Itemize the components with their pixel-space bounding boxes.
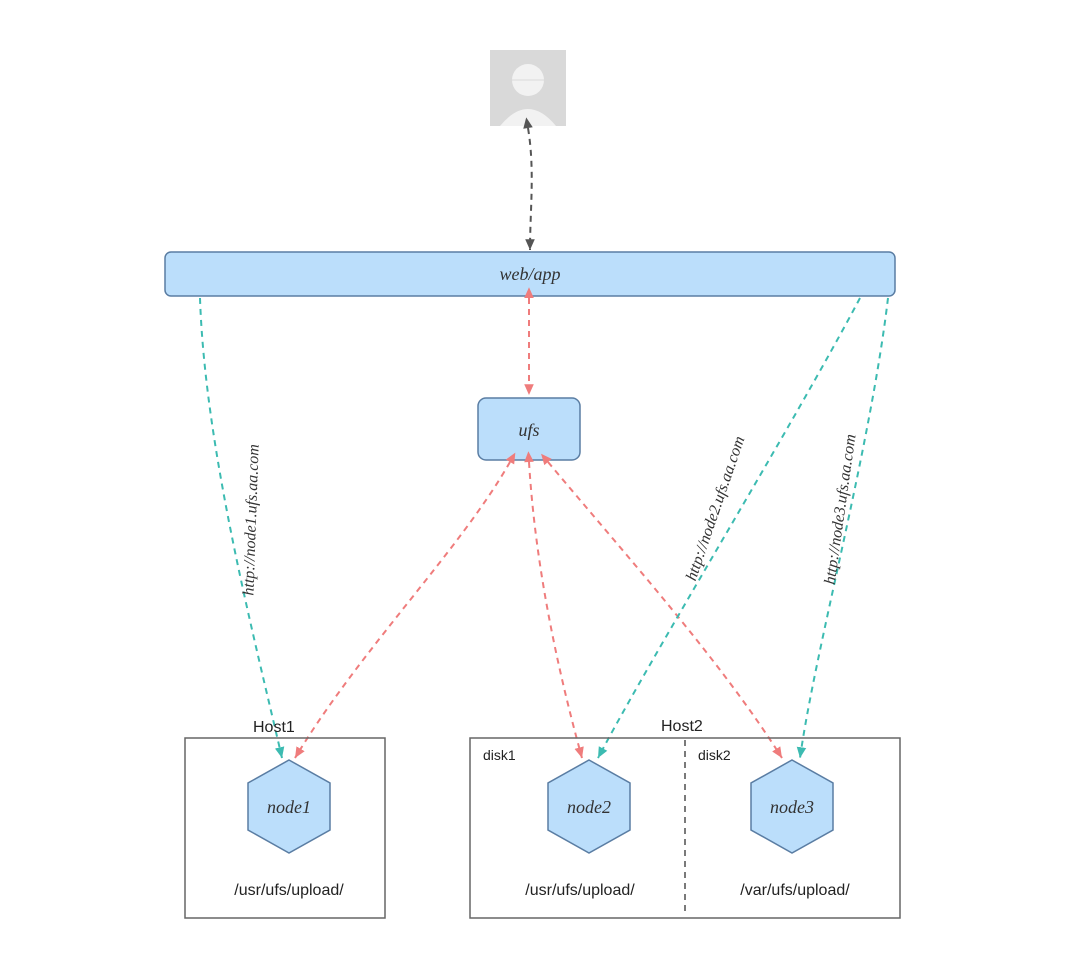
ufs-box: ufs (478, 398, 580, 460)
user-icon (490, 50, 566, 126)
node1-label: node1 (267, 797, 311, 817)
architecture-diagram: web/app ufs http://node1.ufs.aa.com http… (0, 0, 1080, 980)
host1-title: Host1 (253, 719, 295, 736)
webapp-label: web/app (500, 264, 561, 284)
edge-ufs-node1 (295, 462, 510, 758)
webapp-box: web/app (165, 252, 895, 296)
host1-container: Host1 node1 /usr/ufs/upload/ (185, 719, 385, 918)
host2-container: Host2 disk1 node2 /usr/ufs/upload/ disk2… (470, 718, 900, 918)
disk1-label: disk1 (483, 747, 516, 763)
node1-hexagon: node1 (248, 760, 330, 853)
edge-ufs-node2 (529, 462, 582, 758)
node1-path: /usr/ufs/upload/ (234, 882, 344, 899)
url-node2: http://node2.ufs.aa.com (683, 434, 748, 583)
host2-title: Host2 (661, 718, 703, 735)
edge-ufs-node3 (548, 462, 782, 758)
node2-hexagon: node2 (548, 760, 630, 853)
node2-path: /usr/ufs/upload/ (525, 882, 635, 899)
ufs-label: ufs (518, 420, 539, 440)
node3-label: node3 (770, 797, 814, 817)
url-node1: http://node1.ufs.aa.com (240, 444, 262, 596)
node2-label: node2 (567, 797, 611, 817)
edge-webapp-node2 (598, 298, 860, 758)
edge-webapp-node1 (200, 298, 282, 758)
edge-user-webapp (528, 128, 532, 250)
node3-path: /var/ufs/upload/ (740, 882, 850, 899)
url-node3: http://node3.ufs.aa.com (822, 433, 860, 585)
disk2-label: disk2 (698, 747, 731, 763)
node3-hexagon: node3 (751, 760, 833, 853)
